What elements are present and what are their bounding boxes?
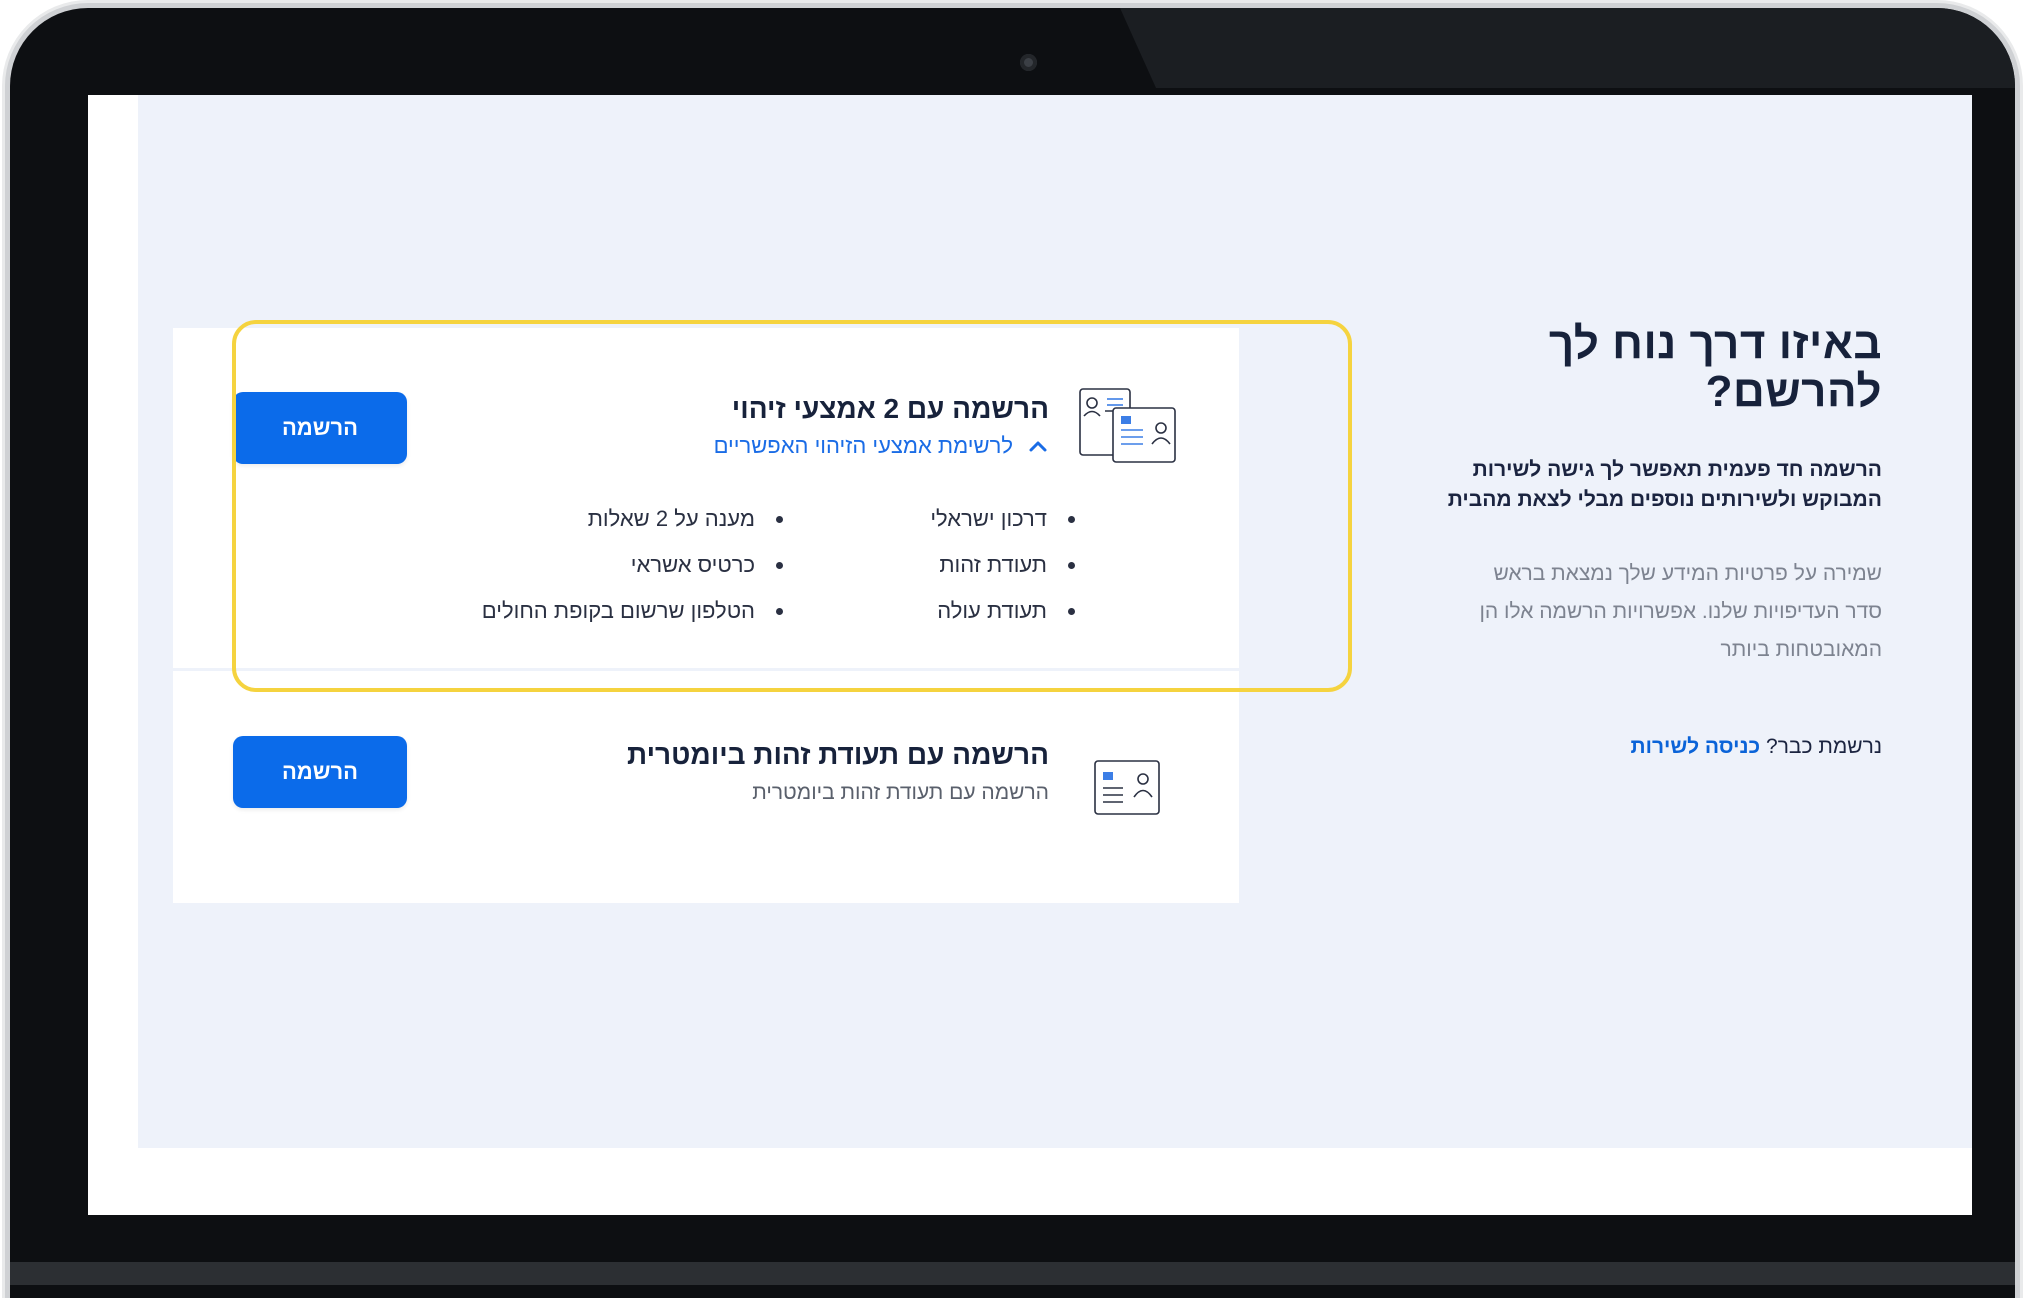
list-item: הטלפון שרשום בקופת החולים bbox=[482, 588, 787, 634]
screen-glare bbox=[1120, 8, 2015, 88]
login-link[interactable]: כניסה לשירות bbox=[1631, 735, 1761, 758]
card-title: הרשמה עם 2 אמצעי זיהוי bbox=[731, 393, 1049, 424]
register-button[interactable]: הרשמה bbox=[233, 392, 407, 464]
registration-page: באיזו דרך נוח לך להרשם? הרשמה חד פעמית ת… bbox=[138, 95, 1972, 1148]
intro-section: באיזו דרך נוח לך להרשם? הרשמה חד פעמית ת… bbox=[1362, 319, 1882, 759]
list-item: דרכון ישראלי bbox=[930, 496, 1079, 542]
chevron-up-icon bbox=[1029, 441, 1047, 452]
already-registered: נרשמת כבר? כניסה לשירות bbox=[1362, 735, 1882, 759]
privacy-line: שמירה על פרטיות המידע שלך נמצאת בראש bbox=[1493, 561, 1882, 585]
two-factor-registration-card: הרשמה עם 2 אמצעי זיהוי לרשימת אמצעי הזיה… bbox=[173, 328, 1239, 668]
already-registered-label: נרשמת כבר? bbox=[1766, 734, 1882, 758]
list-item: תעודת זהות bbox=[930, 542, 1079, 588]
card-subtitle: הרשמה עם תעודת זהות ביומטרית bbox=[752, 781, 1049, 804]
laptop-base bbox=[10, 1262, 2015, 1285]
laptop-frame: באיזו דרך נוח לך להרשם? הרשמה חד פעמית ת… bbox=[10, 8, 2015, 1298]
lead-line: המבוקש ולשירותים נוספים מבלי לצאת מהבית bbox=[1447, 487, 1882, 511]
lead-text: הרשמה חד פעמית תאפשר לך גישה לשירות המבו… bbox=[1362, 455, 1882, 515]
laptop-screen: באיזו דרך נוח לך להרשם? הרשמה חד פעמית ת… bbox=[88, 95, 1972, 1215]
lead-line: הרשמה חד פעמית תאפשר לך גישה לשירות bbox=[1472, 457, 1882, 481]
page-title: באיזו דרך נוח לך להרשם? bbox=[1548, 319, 1882, 417]
privacy-line: סדר העדיפויות שלנו. אפשרויות הרשמה אלו ה… bbox=[1479, 599, 1882, 623]
privacy-text: שמירה על פרטיות המידע שלך נמצאת בראש סדר… bbox=[1362, 555, 1882, 669]
id-methods-list: מענה על 2 שאלות כרטיס אשראי הטלפון שרשום… bbox=[482, 496, 787, 634]
privacy-line: המאובטחות ביותר bbox=[1720, 637, 1882, 661]
id-documents-icon bbox=[1077, 386, 1179, 466]
identification-methods-toggle[interactable]: לרשימת אמצעי הזיהוי האפשריים bbox=[714, 433, 1049, 459]
list-item: תעודת עולה bbox=[930, 588, 1079, 634]
toggle-label: לרשימת אמצעי הזיהוי האפשריים bbox=[713, 433, 1013, 458]
biometric-id-card-icon bbox=[1093, 759, 1161, 817]
register-button[interactable]: הרשמה bbox=[233, 736, 407, 808]
id-methods-list: דרכון ישראלי תעודת זהות תעודת עולה bbox=[930, 496, 1079, 634]
webcam bbox=[1020, 54, 1037, 71]
card-title: הרשמה עם תעודת זהות ביומטרית bbox=[627, 739, 1049, 770]
biometric-registration-card: הרשמה עם תעודת זהות ביומטרית הרשמה עם תע… bbox=[173, 671, 1239, 903]
list-item: כרטיס אשראי bbox=[482, 542, 787, 588]
list-item: מענה על 2 שאלות bbox=[482, 496, 787, 542]
